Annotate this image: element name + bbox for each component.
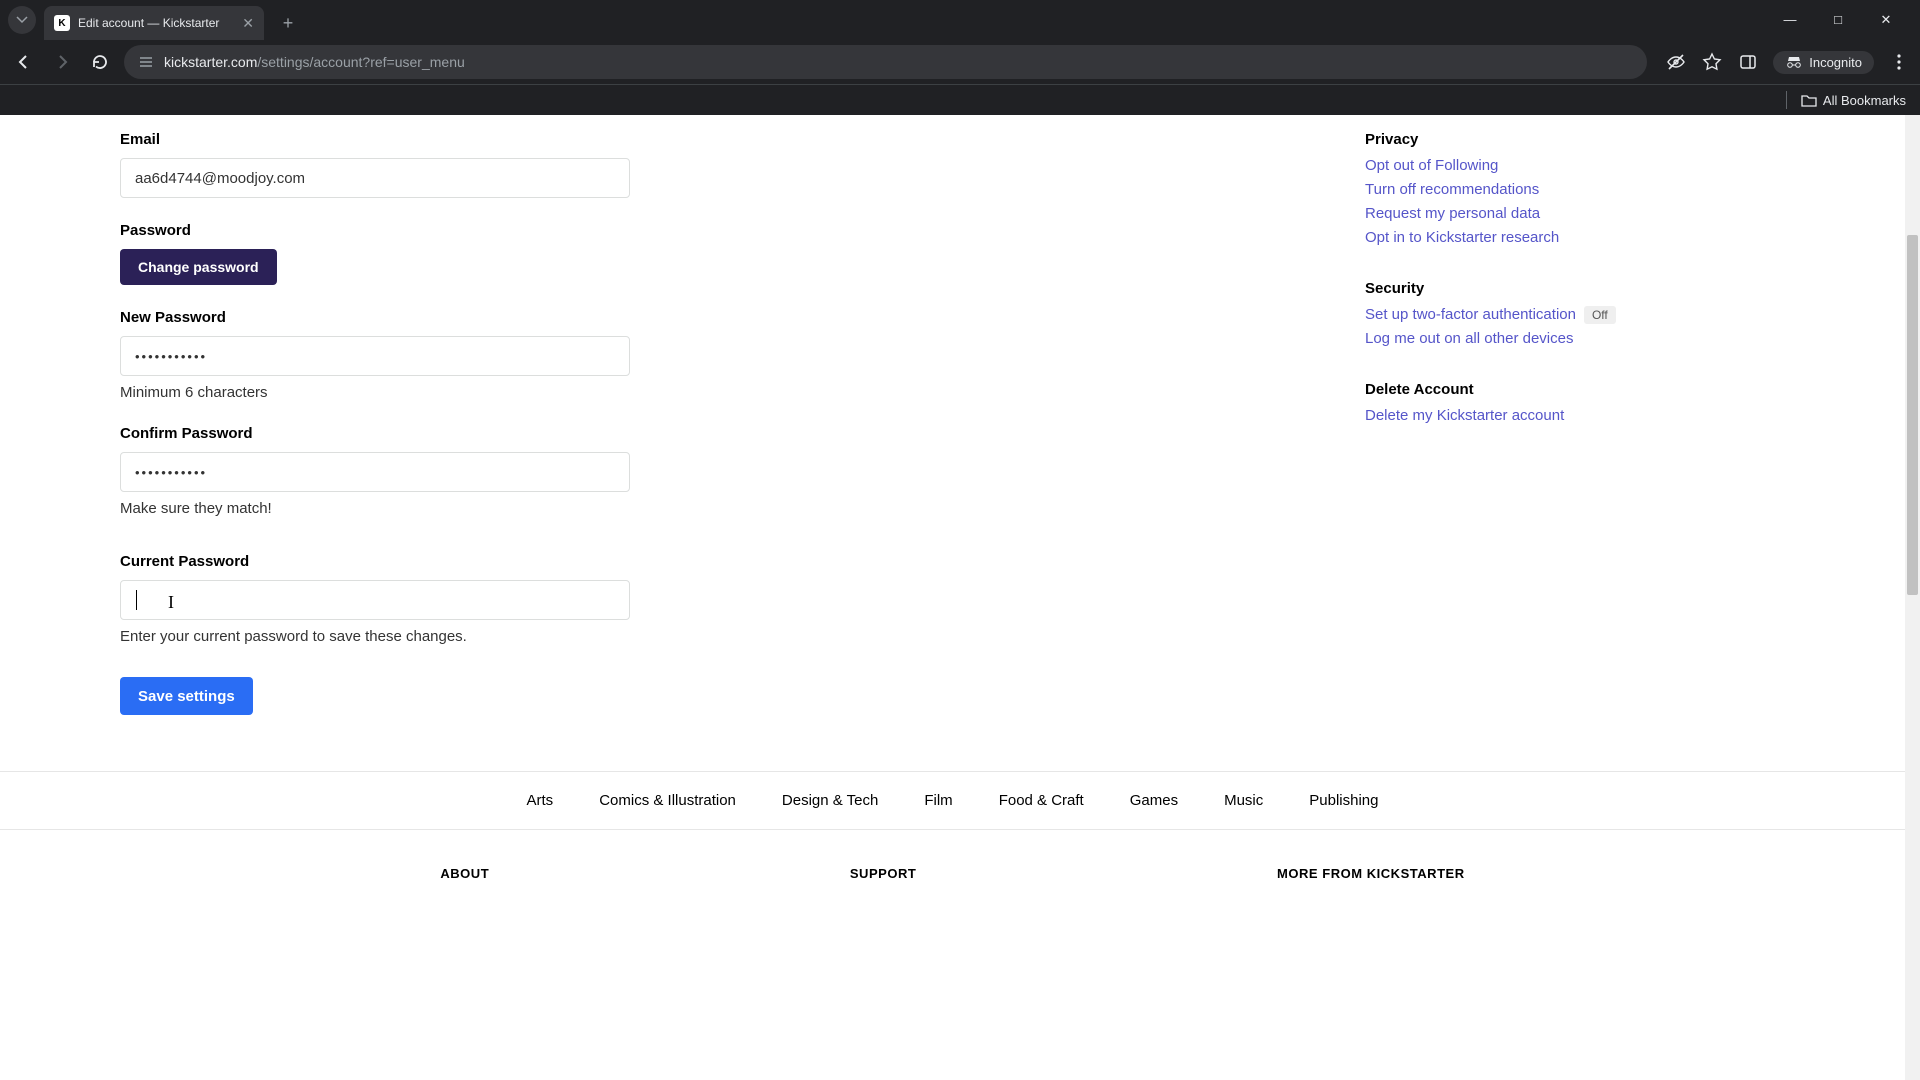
security-heading: Security	[1365, 280, 1785, 297]
scrollbar-thumb[interactable]	[1907, 235, 1918, 595]
security-section: Security Set up two-factor authenticatio…	[1365, 280, 1785, 351]
all-bookmarks-label: All Bookmarks	[1823, 93, 1906, 108]
account-form: Email Password Change password New Passw…	[120, 131, 800, 715]
footer-nav-comics[interactable]: Comics & Illustration	[599, 792, 736, 809]
new-password-group: New Password Minimum 6 characters	[120, 309, 800, 401]
incognito-label: Incognito	[1809, 55, 1862, 70]
confirm-password-label: Confirm Password	[120, 425, 800, 442]
current-password-label: Current Password	[120, 553, 800, 570]
security-link-logout-all[interactable]: Log me out on all other devices	[1365, 327, 1785, 351]
privacy-link-opt-in-research[interactable]: Opt in to Kickstarter research	[1365, 226, 1785, 250]
current-password-input[interactable]	[120, 580, 630, 620]
delete-account-link[interactable]: Delete my Kickstarter account	[1365, 404, 1785, 428]
chrome-menu-button[interactable]	[1888, 51, 1910, 73]
vertical-scrollbar[interactable]	[1905, 115, 1920, 1080]
arrow-right-icon	[53, 53, 71, 71]
address-bar: kickstarter.com/settings/account?ref=use…	[0, 40, 1920, 84]
footer-col-about: ABOUT	[440, 866, 489, 881]
favicon-icon: K	[54, 15, 70, 31]
change-password-button[interactable]: Change password	[120, 249, 277, 285]
browser-tab[interactable]: K Edit account — Kickstarter ✕	[44, 6, 264, 40]
reload-icon	[91, 53, 109, 71]
tab-close-button[interactable]: ✕	[242, 15, 254, 32]
text-cursor-icon: I	[168, 592, 174, 613]
minimize-button[interactable]: ―	[1778, 12, 1802, 28]
footer-nav-arts[interactable]: Arts	[527, 792, 554, 809]
page-content: Email Password Change password New Passw…	[0, 115, 1905, 881]
all-bookmarks-button[interactable]: All Bookmarks	[1801, 93, 1906, 108]
new-password-helper: Minimum 6 characters	[120, 384, 800, 401]
email-input[interactable]	[120, 158, 630, 198]
back-button[interactable]	[10, 48, 38, 76]
password-label: Password	[120, 222, 800, 239]
footer-nav-games[interactable]: Games	[1130, 792, 1178, 809]
url-input[interactable]: kickstarter.com/settings/account?ref=use…	[124, 45, 1647, 79]
footer-col-more: MORE FROM KICKSTARTER	[1277, 866, 1465, 881]
confirm-password-group: Confirm Password Make sure they match!	[120, 425, 800, 517]
privacy-link-request-data[interactable]: Request my personal data	[1365, 202, 1785, 226]
privacy-link-opt-out-following[interactable]: Opt out of Following	[1365, 154, 1785, 178]
folder-icon	[1801, 93, 1817, 107]
tab-bar: K Edit account — Kickstarter ✕ + ― □ ✕	[0, 0, 1920, 40]
footer-category-nav: Arts Comics & Illustration Design & Tech…	[0, 771, 1905, 830]
site-info-icon[interactable]	[138, 54, 154, 70]
incognito-icon	[1785, 55, 1803, 69]
tab-title: Edit account — Kickstarter	[78, 16, 234, 30]
separator	[1786, 91, 1787, 109]
privacy-section: Privacy Opt out of Following Turn off re…	[1365, 131, 1785, 250]
eye-off-icon[interactable]	[1665, 51, 1687, 73]
email-group: Email	[120, 131, 800, 198]
footer-nav-publishing[interactable]: Publishing	[1309, 792, 1378, 809]
text-caret	[136, 590, 137, 610]
arrow-left-icon	[15, 53, 33, 71]
confirm-password-helper: Make sure they match!	[120, 500, 800, 517]
current-password-helper: Enter your current password to save thes…	[120, 628, 800, 645]
new-password-label: New Password	[120, 309, 800, 326]
delete-account-heading: Delete Account	[1365, 381, 1785, 398]
footer-nav-music[interactable]: Music	[1224, 792, 1263, 809]
twofa-status-badge: Off	[1584, 306, 1616, 324]
current-password-group: Current Password I Enter your current pa…	[120, 553, 800, 645]
window-controls: ― □ ✕	[1778, 12, 1912, 28]
address-bar-actions: Incognito	[1665, 51, 1910, 74]
new-password-input[interactable]	[120, 336, 630, 376]
settings-sidebar: Privacy Opt out of Following Turn off re…	[1365, 131, 1785, 715]
footer-nav-food-craft[interactable]: Food & Craft	[999, 792, 1084, 809]
confirm-password-input[interactable]	[120, 452, 630, 492]
save-settings-button[interactable]: Save settings	[120, 677, 253, 715]
incognito-badge[interactable]: Incognito	[1773, 51, 1874, 74]
page-viewport: Email Password Change password New Passw…	[0, 115, 1920, 1080]
privacy-link-turn-off-recommendations[interactable]: Turn off recommendations	[1365, 178, 1785, 202]
password-group: Password Change password	[120, 222, 800, 285]
maximize-button[interactable]: □	[1826, 12, 1850, 28]
new-tab-button[interactable]: +	[274, 9, 302, 37]
reload-button[interactable]	[86, 48, 114, 76]
forward-button[interactable]	[48, 48, 76, 76]
url-text: kickstarter.com/settings/account?ref=use…	[164, 54, 465, 70]
tab-search-button[interactable]	[8, 6, 36, 34]
footer-nav-design-tech[interactable]: Design & Tech	[782, 792, 878, 809]
browser-chrome: K Edit account — Kickstarter ✕ + ― □ ✕ k…	[0, 0, 1920, 115]
footer-col-support: SUPPORT	[850, 866, 916, 881]
security-link-twofa[interactable]: Set up two-factor authentication	[1365, 303, 1576, 327]
footer-columns: ABOUT SUPPORT MORE FROM KICKSTARTER	[0, 830, 1905, 881]
close-window-button[interactable]: ✕	[1874, 12, 1898, 28]
bookmark-star-icon[interactable]	[1701, 51, 1723, 73]
chevron-down-icon	[16, 14, 28, 26]
email-label: Email	[120, 131, 800, 148]
side-panel-icon[interactable]	[1737, 51, 1759, 73]
privacy-heading: Privacy	[1365, 131, 1785, 148]
delete-account-section: Delete Account Delete my Kickstarter acc…	[1365, 381, 1785, 428]
bookmarks-bar: All Bookmarks	[0, 84, 1920, 115]
footer-nav-film[interactable]: Film	[924, 792, 952, 809]
